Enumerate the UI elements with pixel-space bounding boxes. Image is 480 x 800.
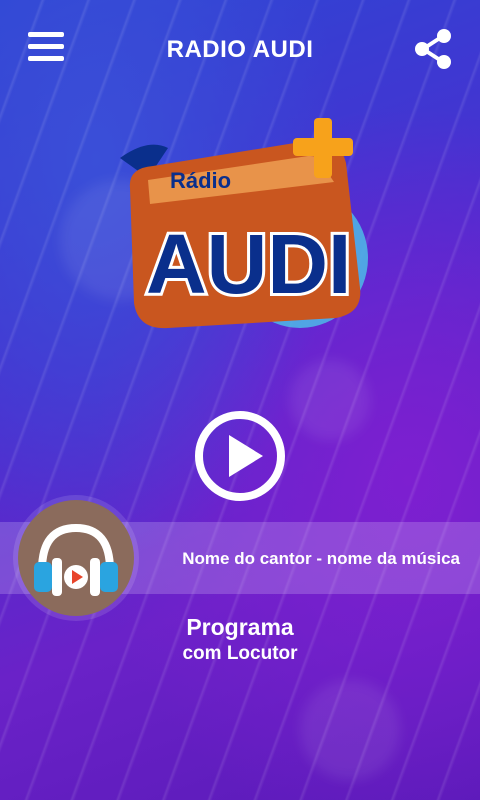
share-icon xyxy=(415,29,451,69)
play-button[interactable] xyxy=(193,409,287,503)
radio-logo: Rádio AUDI xyxy=(108,118,378,343)
play-icon xyxy=(195,411,285,501)
bokeh-light xyxy=(290,360,370,440)
app-header: RADIO AUDI xyxy=(0,0,480,100)
program-info: Programa com Locutor xyxy=(0,614,480,665)
logo-big-text: AUDI xyxy=(146,217,351,311)
program-title: Programa xyxy=(186,614,294,640)
page-title: RADIO AUDI xyxy=(166,36,314,63)
program-host: com Locutor xyxy=(182,643,298,664)
avatar xyxy=(18,500,134,616)
logo-small-text: Rádio xyxy=(170,168,231,193)
share-button[interactable] xyxy=(413,28,455,70)
headphones-icon xyxy=(34,523,118,596)
bokeh-light xyxy=(300,680,400,780)
now-playing-song: Nome do cantor - nome da música xyxy=(182,549,460,568)
